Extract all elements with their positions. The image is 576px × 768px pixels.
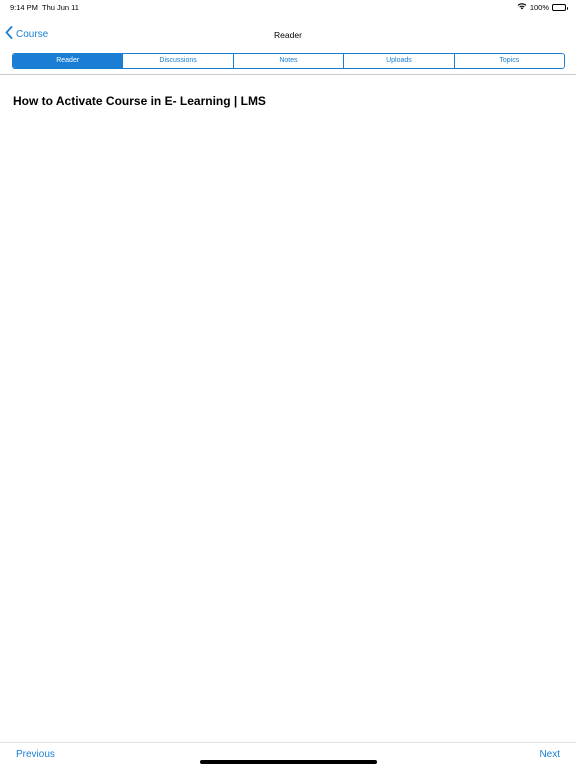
next-button[interactable]: Next	[539, 749, 560, 760]
battery-percent: 100%	[529, 2, 549, 12]
tab-reader[interactable]: Reader	[13, 54, 123, 68]
tab-discussions[interactable]: Discussions	[122, 54, 233, 68]
status-time: 9:14 PM	[10, 3, 38, 12]
article-title: How to Activate Course in E- Learning | …	[13, 94, 266, 108]
status-date: Thu Jun 11	[42, 3, 79, 12]
header-divider	[0, 74, 576, 75]
tab-topics[interactable]: Topics	[453, 54, 564, 68]
reader-screen: 9:14 PM Thu Jun 11 100% Course Reader Re…	[0, 0, 576, 768]
segmented-tabs: Reader Discussions Notes Uploads Topics	[12, 53, 565, 69]
battery-icon	[552, 3, 568, 11]
tab-notes[interactable]: Notes	[232, 54, 344, 68]
toolbar-divider	[0, 742, 576, 743]
page-title: Reader	[274, 30, 302, 40]
navigation-bar: Course Reader	[0, 22, 576, 48]
previous-button[interactable]: Previous	[16, 749, 55, 760]
status-bar: 9:14 PM Thu Jun 11 100%	[0, 0, 576, 14]
status-indicators: 100%	[517, 2, 568, 12]
wifi-icon	[517, 2, 527, 12]
tab-uploads[interactable]: Uploads	[343, 54, 454, 68]
home-indicator[interactable]	[200, 760, 377, 764]
